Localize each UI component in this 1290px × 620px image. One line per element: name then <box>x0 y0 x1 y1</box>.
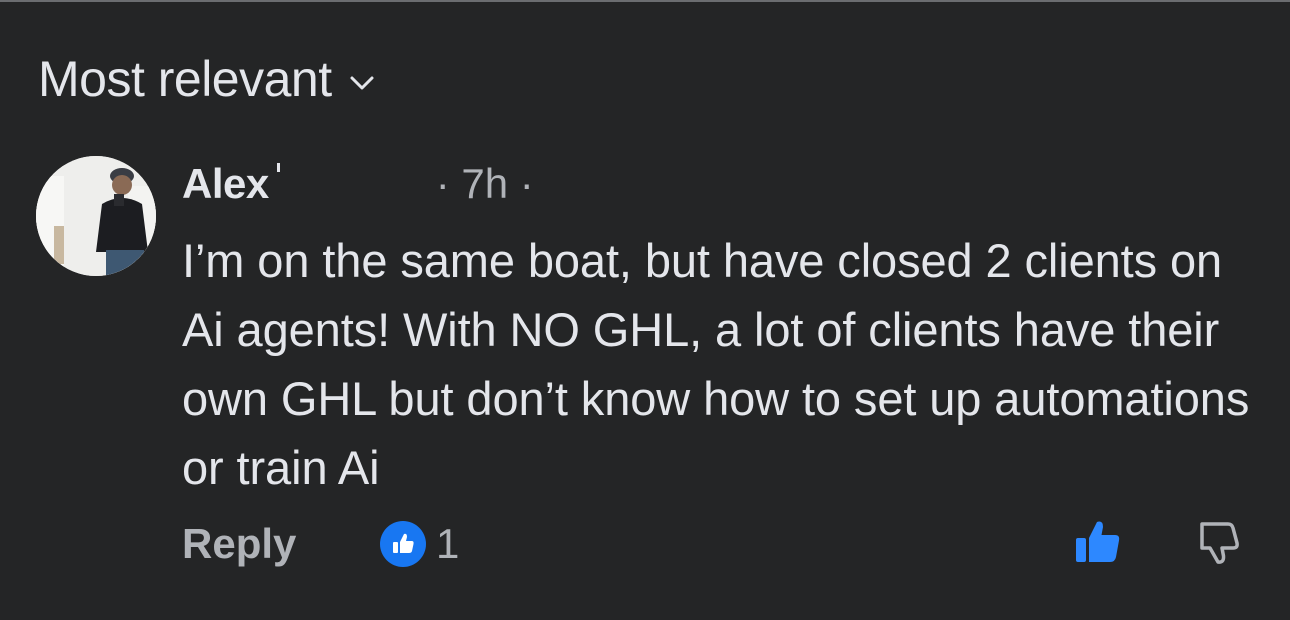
comment-actions: Reply 1 <box>182 516 1252 576</box>
reply-button[interactable]: Reply <box>182 520 296 568</box>
avatar[interactable] <box>36 156 156 276</box>
comment-meta: Alex · 7h · <box>182 160 1262 216</box>
comment: Alex · 7h · I’m on the same boat, but ha… <box>182 160 1262 502</box>
sort-label: Most relevant <box>38 51 332 107</box>
reaction-summary[interactable]: 1 <box>380 520 459 568</box>
dislike-button[interactable] <box>1192 516 1244 568</box>
thumbs-up-icon <box>380 521 426 567</box>
thumbs-up-icon <box>1076 521 1120 562</box>
author-name[interactable]: Alex <box>182 160 269 208</box>
top-divider <box>0 0 1290 2</box>
sort-dropdown[interactable]: Most relevant <box>38 50 376 108</box>
comment-text: I’m on the same boat, but have closed 2 … <box>182 234 1250 494</box>
like-button[interactable] <box>1072 516 1124 568</box>
author-mark <box>276 163 280 172</box>
user-avatar-image <box>36 156 156 276</box>
reaction-count: 1 <box>436 520 460 567</box>
chevron-down-icon <box>350 76 374 90</box>
timestamp: · 7h · <box>435 160 534 207</box>
thumbs-down-icon <box>1200 522 1239 564</box>
